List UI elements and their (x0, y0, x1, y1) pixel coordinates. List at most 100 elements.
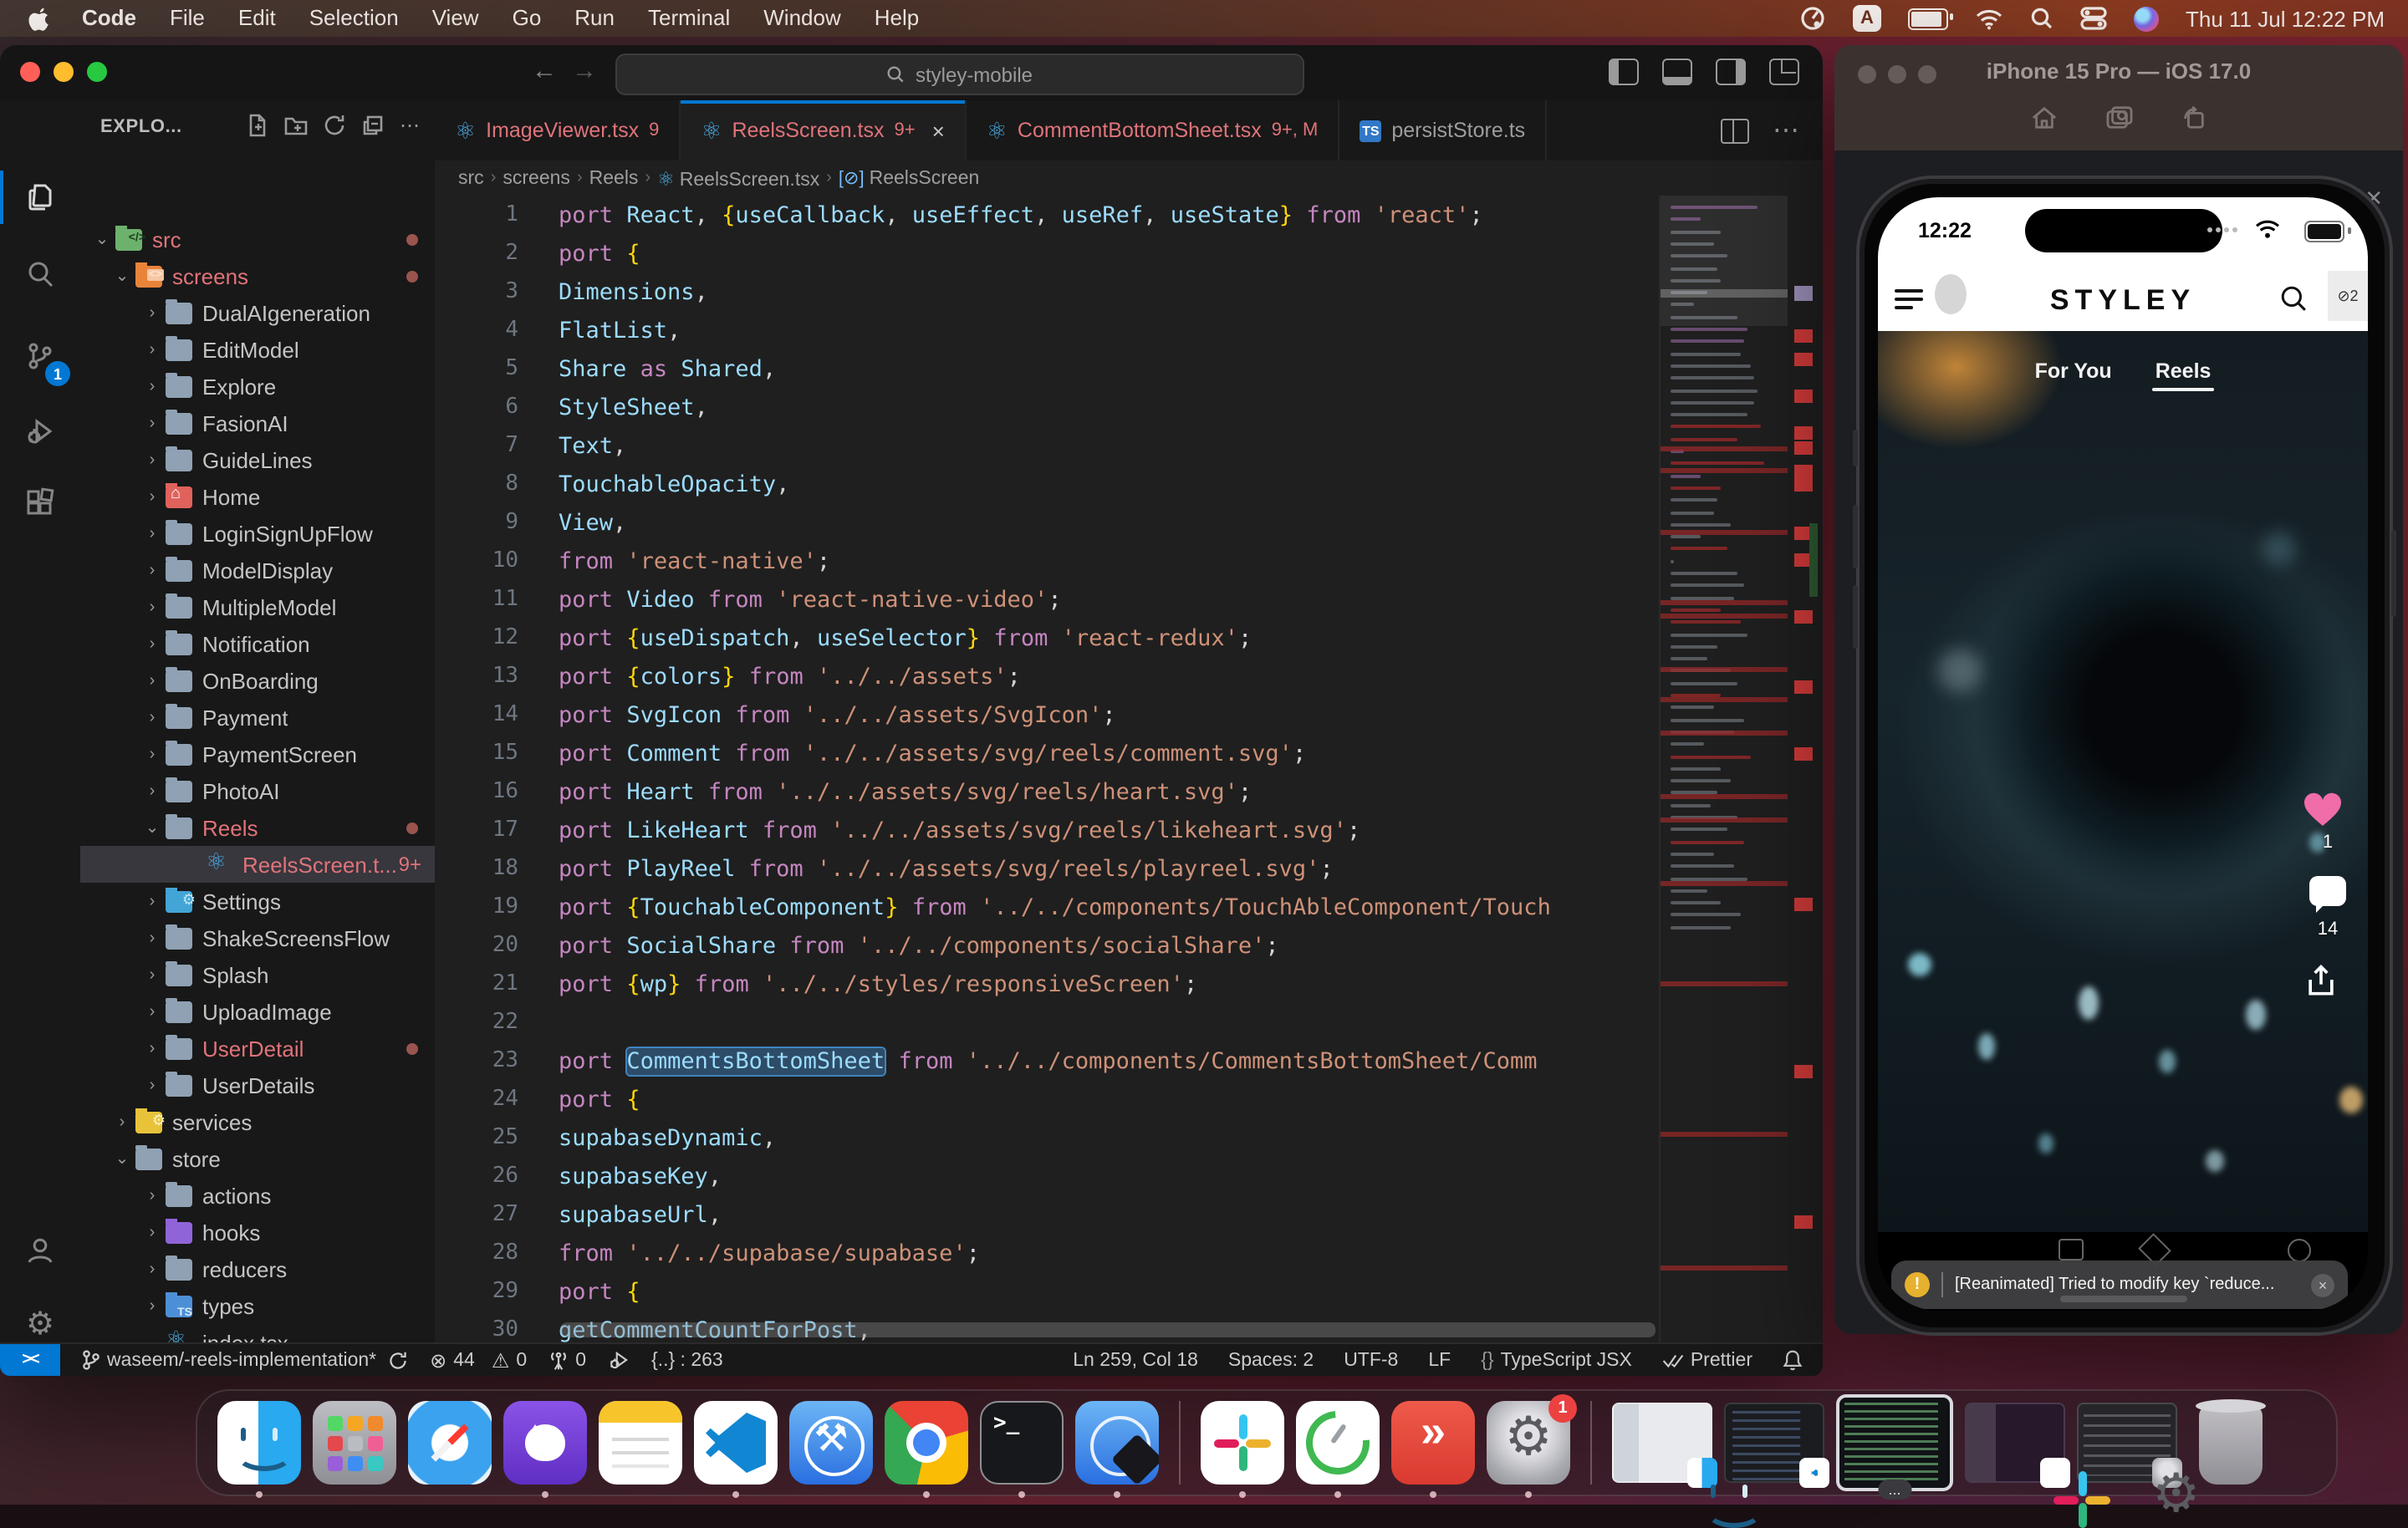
tree-item-guidelines[interactable]: ›GuideLines (80, 441, 435, 478)
chevron-right-icon[interactable]: › (144, 1223, 161, 1241)
chevron-right-icon[interactable]: › (144, 1186, 161, 1205)
code-line-20[interactable]: 20port SocialShare from '../../component… (435, 926, 1661, 965)
chevron-right-icon[interactable]: › (144, 745, 161, 763)
tree-item-hooks[interactable]: ›hooks (80, 1214, 435, 1250)
dock-minimized-finder-window[interactable] (1612, 1403, 1712, 1483)
menu-app-name[interactable]: Code (65, 0, 153, 37)
dock-xcode[interactable] (789, 1401, 873, 1485)
dock-trash[interactable] (2189, 1403, 2273, 1483)
cursor-position[interactable]: Ln 259, Col 18 (1073, 1350, 1198, 1370)
dock-vscode[interactable] (694, 1401, 778, 1485)
run-debug-icon[interactable] (0, 398, 80, 465)
tree-item-store[interactable]: ⌄store (80, 1140, 435, 1177)
code-line-29[interactable]: 29port { (435, 1272, 1661, 1311)
chevron-right-icon[interactable]: › (144, 1076, 161, 1094)
chevron-right-icon[interactable]: › (144, 892, 161, 910)
chevron-right-icon[interactable]: › (114, 1113, 130, 1131)
code-line-15[interactable]: 15port Comment from '../../assets/svg/re… (435, 734, 1661, 772)
breadcrumb-src[interactable]: src (458, 168, 484, 188)
menu-selection[interactable]: Selection (293, 5, 416, 30)
command-center-search[interactable]: styley-mobile (615, 53, 1304, 95)
tree-item-screens[interactable]: ⌄screens (80, 257, 435, 294)
code-line-11[interactable]: 11port Video from 'react-native-video'; (435, 580, 1661, 619)
references-count[interactable]: {..} : 263 (651, 1350, 723, 1370)
tree-item-multiplemodel[interactable]: ›MultipleModel (80, 588, 435, 625)
tree-item-editmodel[interactable]: ›EditModel (80, 331, 435, 368)
code-line-24[interactable]: 24port { (435, 1080, 1661, 1118)
menu-help[interactable]: Help (858, 5, 936, 30)
code-line-19[interactable]: 19port {TouchableComponent} from '../../… (435, 888, 1661, 926)
explorer-header[interactable]: EXPLO... (100, 117, 182, 137)
git-branch[interactable]: waseem/-reels-implementation* (82, 1349, 408, 1371)
code-line-4[interactable]: 4FlatList, (435, 311, 1661, 349)
code-line-16[interactable]: 16port Heart from '../../assets/svg/reel… (435, 772, 1661, 811)
tree-item-services[interactable]: ›services (80, 1103, 435, 1140)
tab-close-icon[interactable]: × (932, 118, 945, 143)
source-control-icon[interactable]: 1 (0, 323, 80, 390)
tab-reelsscreen-tsx[interactable]: ⚛ReelsScreen.tsx9+× (681, 100, 966, 160)
dock-chrome[interactable] (885, 1401, 968, 1485)
like-icon[interactable] (2303, 791, 2353, 828)
breadcrumb-reelsscreen-tsx[interactable]: ⚛ReelsScreen.tsx (657, 166, 819, 190)
code-line-25[interactable]: 25supabaseDynamic, (435, 1118, 1661, 1157)
apple-menu-icon[interactable] (27, 6, 52, 31)
explorer-icon[interactable] (0, 164, 80, 231)
tree-item-splash[interactable]: ›Splash (80, 956, 435, 993)
wifi-icon[interactable] (1975, 5, 2003, 32)
tree-item-userdetails[interactable]: ›UserDetails (80, 1067, 435, 1103)
code-line-8[interactable]: 8TouchableOpacity, (435, 465, 1661, 503)
dock-minimized-slack-window[interactable] (1965, 1403, 2065, 1483)
horizontal-scrollbar[interactable] (560, 1322, 1656, 1337)
vscode-title-bar[interactable]: ← → styley-mobile (0, 45, 1823, 102)
chevron-right-icon[interactable]: › (144, 377, 161, 395)
tree-item-onboarding[interactable]: ›OnBoarding (80, 662, 435, 699)
code-line-1[interactable]: 1port React, {useCallback, useEffect, us… (435, 196, 1661, 234)
rotate-icon[interactable] (2181, 105, 2207, 130)
menu-clock[interactable]: Thu 11 Jul 12:22 PM (2186, 6, 2385, 31)
code-editor[interactable]: 1port React, {useCallback, useEffect, us… (435, 196, 1823, 1344)
toggle-sidebar-icon[interactable] (1609, 59, 1639, 85)
dock-minimized-terminal-window[interactable]: ... (1836, 1394, 1953, 1491)
chevron-right-icon[interactable]: › (144, 1296, 161, 1315)
screen-time-icon[interactable] (1799, 5, 1826, 32)
menu-edit[interactable]: Edit (222, 5, 293, 30)
screenshot-icon[interactable] (2105, 105, 2134, 130)
menu-file[interactable]: File (153, 5, 222, 30)
forward-button[interactable]: → (572, 57, 597, 85)
menu-go[interactable]: Go (496, 5, 559, 30)
minimize-window-button[interactable] (54, 62, 74, 82)
chevron-right-icon[interactable]: › (144, 598, 161, 616)
menu-terminal[interactable]: Terminal (631, 5, 747, 30)
chevron-right-icon[interactable]: › (144, 929, 161, 947)
dock-red-dev-app[interactable] (1391, 1401, 1475, 1485)
chevron-down-icon[interactable]: ⌄ (94, 230, 110, 248)
new-folder-icon[interactable] (284, 114, 308, 137)
tree-item-loginsignupflow[interactable]: ›LoginSignUpFlow (80, 515, 435, 552)
dock-notes[interactable] (599, 1401, 682, 1485)
split-editor-icon[interactable] (1721, 118, 1749, 143)
tree-item-reelsscreen-t[interactable]: ReelsScreen.t...9+ (80, 846, 435, 883)
back-button[interactable]: ← (532, 57, 557, 85)
close-window-button[interactable] (20, 62, 40, 82)
breadcrumb-screens[interactable]: screens (503, 168, 570, 188)
code-line-10[interactable]: 10from 'react-native'; (435, 542, 1661, 580)
code-line-26[interactable]: 26supabaseKey, (435, 1157, 1661, 1195)
code-line-9[interactable]: 9View, (435, 503, 1661, 542)
code-line-17[interactable]: 17port LikeHeart from '../../assets/svg/… (435, 811, 1661, 849)
minimap-slider[interactable] (1661, 196, 1788, 326)
dock-minimized-settings-window[interactable] (2077, 1403, 2177, 1483)
breadcrumb-reelsscreen[interactable]: [⊘]ReelsScreen (839, 167, 979, 189)
refresh-icon[interactable] (323, 114, 346, 137)
indentation[interactable]: Spaces: 2 (1228, 1350, 1314, 1370)
language-mode[interactable]: {}TypeScript JSX (1481, 1350, 1632, 1370)
chevron-right-icon[interactable]: › (144, 1039, 161, 1057)
zoom-window-button[interactable] (87, 62, 107, 82)
chevron-right-icon[interactable]: › (144, 303, 161, 322)
dock-terminal[interactable] (980, 1401, 1064, 1485)
code-line-18[interactable]: 18port PlayReel from '../../assets/svg/r… (435, 849, 1661, 888)
dock-finder[interactable] (217, 1401, 301, 1485)
ports-indicator[interactable]: 0 (548, 1350, 586, 1370)
tree-item-shakescreensflow[interactable]: ›ShakeScreensFlow (80, 919, 435, 956)
battery-icon[interactable] (1908, 8, 1948, 29)
chevron-right-icon[interactable]: › (144, 1002, 161, 1021)
